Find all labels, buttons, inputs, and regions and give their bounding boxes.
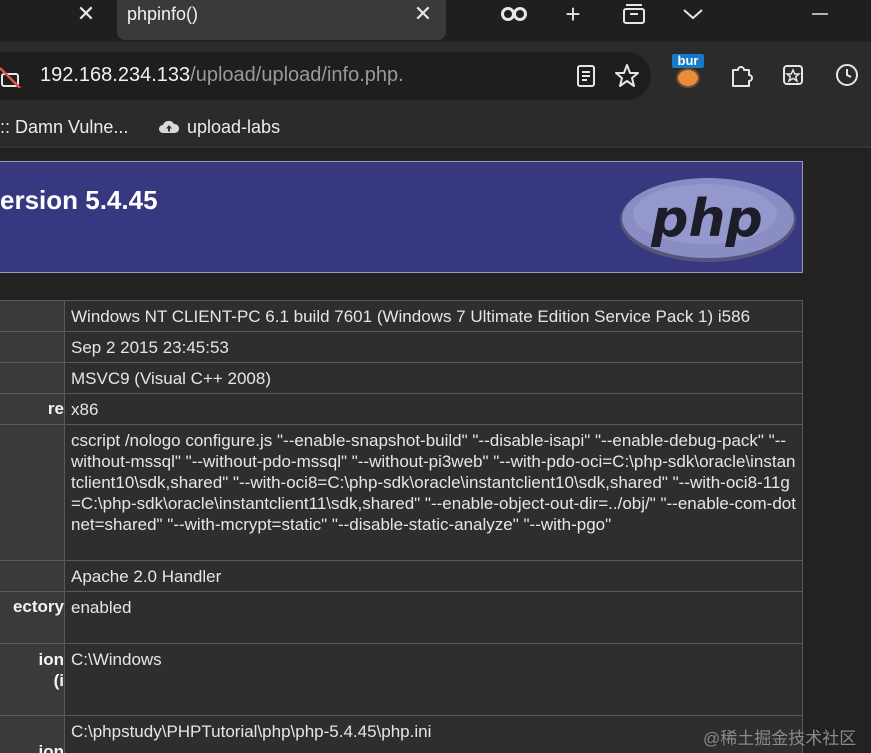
- extension-badge: bur: [672, 54, 704, 68]
- php-version-title: ersion 5.4.45: [0, 185, 158, 215]
- minimize-icon[interactable]: [806, 1, 834, 27]
- table-row: ion C:\phpstudy\PHPTutorial\php\php-5.4.…: [0, 715, 803, 753]
- previous-tab-close-icon[interactable]: ✕: [74, 2, 98, 26]
- row-value: cscript /nologo configure.js "--enable-s…: [64, 424, 803, 561]
- puzzle-icon[interactable]: [726, 60, 756, 90]
- row-value: C:\phpstudy\PHPTutorial\php\php-5.4.45\p…: [64, 715, 803, 753]
- reader-mode-icon[interactable]: [573, 63, 599, 89]
- plus-icon[interactable]: +: [559, 0, 587, 29]
- close-icon[interactable]: ✕: [411, 2, 435, 26]
- bookmark-label: upload-labs: [187, 117, 281, 137]
- star-icon[interactable]: [614, 63, 640, 89]
- url-text[interactable]: 192.168.234.133/upload/upload/info.php.: [40, 64, 404, 87]
- php-logo[interactable]: php: [617, 174, 799, 264]
- row-value: Sep 2 2015 23:45:53: [64, 331, 803, 363]
- row-label: ion: [0, 715, 65, 753]
- cloud-upload-icon: [159, 120, 179, 133]
- burp-extension-icon[interactable]: bur: [672, 54, 704, 88]
- row-value: Apache 2.0 Handler: [64, 560, 803, 592]
- table-row: Windows NT CLIENT-PC 6.1 build 7601 (Win…: [0, 300, 803, 332]
- table-row: re x86: [0, 393, 803, 425]
- page-content: ersion 5.4.45 php Windows NT CLIENT-PC 6…: [0, 149, 871, 753]
- table-row: cscript /nologo configure.js "--enable-s…: [0, 424, 803, 561]
- row-value: enabled: [64, 591, 803, 644]
- row-label: re: [0, 393, 65, 425]
- url-host: 192.168.234.133: [40, 64, 191, 86]
- row-label: [0, 362, 65, 394]
- row-value: x86: [64, 393, 803, 425]
- tab-phpinfo[interactable]: phpinfo() ✕: [117, 0, 446, 40]
- table-row: ion i) C:\Windows: [0, 643, 803, 716]
- row-value: C:\Windows: [64, 643, 803, 716]
- tab-strip: ✕ phpinfo() ✕ +: [0, 0, 871, 42]
- tab-title: phpinfo(): [127, 4, 199, 24]
- logo-text: php: [650, 189, 762, 249]
- bookmark-dvwa[interactable]: :: Damn Vulne...: [0, 117, 128, 138]
- toolbar: 192.168.234.133/upload/upload/info.php. …: [0, 42, 871, 108]
- incognito-icon[interactable]: [500, 1, 528, 27]
- table-row: Apache 2.0 Handler: [0, 560, 803, 592]
- tab-search-icon[interactable]: [620, 1, 648, 27]
- row-value: Windows NT CLIENT-PC 6.1 build 7601 (Win…: [64, 300, 803, 332]
- row-label: ectory: [0, 591, 65, 644]
- watermark: @稀土掘金技术社区: [703, 729, 857, 748]
- row-label: [0, 560, 65, 592]
- table-row: Sep 2 2015 23:45:53: [0, 331, 803, 363]
- not-secure-icon[interactable]: [0, 64, 24, 88]
- bookmark-upload-labs[interactable]: upload-labs: [159, 117, 280, 138]
- row-label: [0, 424, 65, 561]
- bookmarks-bar: :: Damn Vulne... upload-labs: [0, 108, 871, 148]
- phpinfo-table: Windows NT CLIENT-PC 6.1 build 7601 (Win…: [0, 300, 803, 753]
- row-label: [0, 300, 65, 332]
- table-row: ectory enabled: [0, 591, 803, 644]
- address-bar[interactable]: 192.168.234.133/upload/upload/info.php.: [0, 52, 651, 100]
- collections-icon[interactable]: [778, 60, 808, 90]
- chevron-down-icon[interactable]: [679, 1, 707, 27]
- history-icon[interactable]: [832, 60, 862, 90]
- url-path: /upload/upload/info.php.: [190, 64, 404, 86]
- row-value: MSVC9 (Visual C++ 2008): [64, 362, 803, 394]
- row-label: ion i): [0, 643, 65, 716]
- row-label: [0, 331, 65, 363]
- table-row: MSVC9 (Visual C++ 2008): [0, 362, 803, 394]
- phpinfo-header: ersion 5.4.45 php: [0, 161, 803, 273]
- extension-logo: [676, 68, 700, 88]
